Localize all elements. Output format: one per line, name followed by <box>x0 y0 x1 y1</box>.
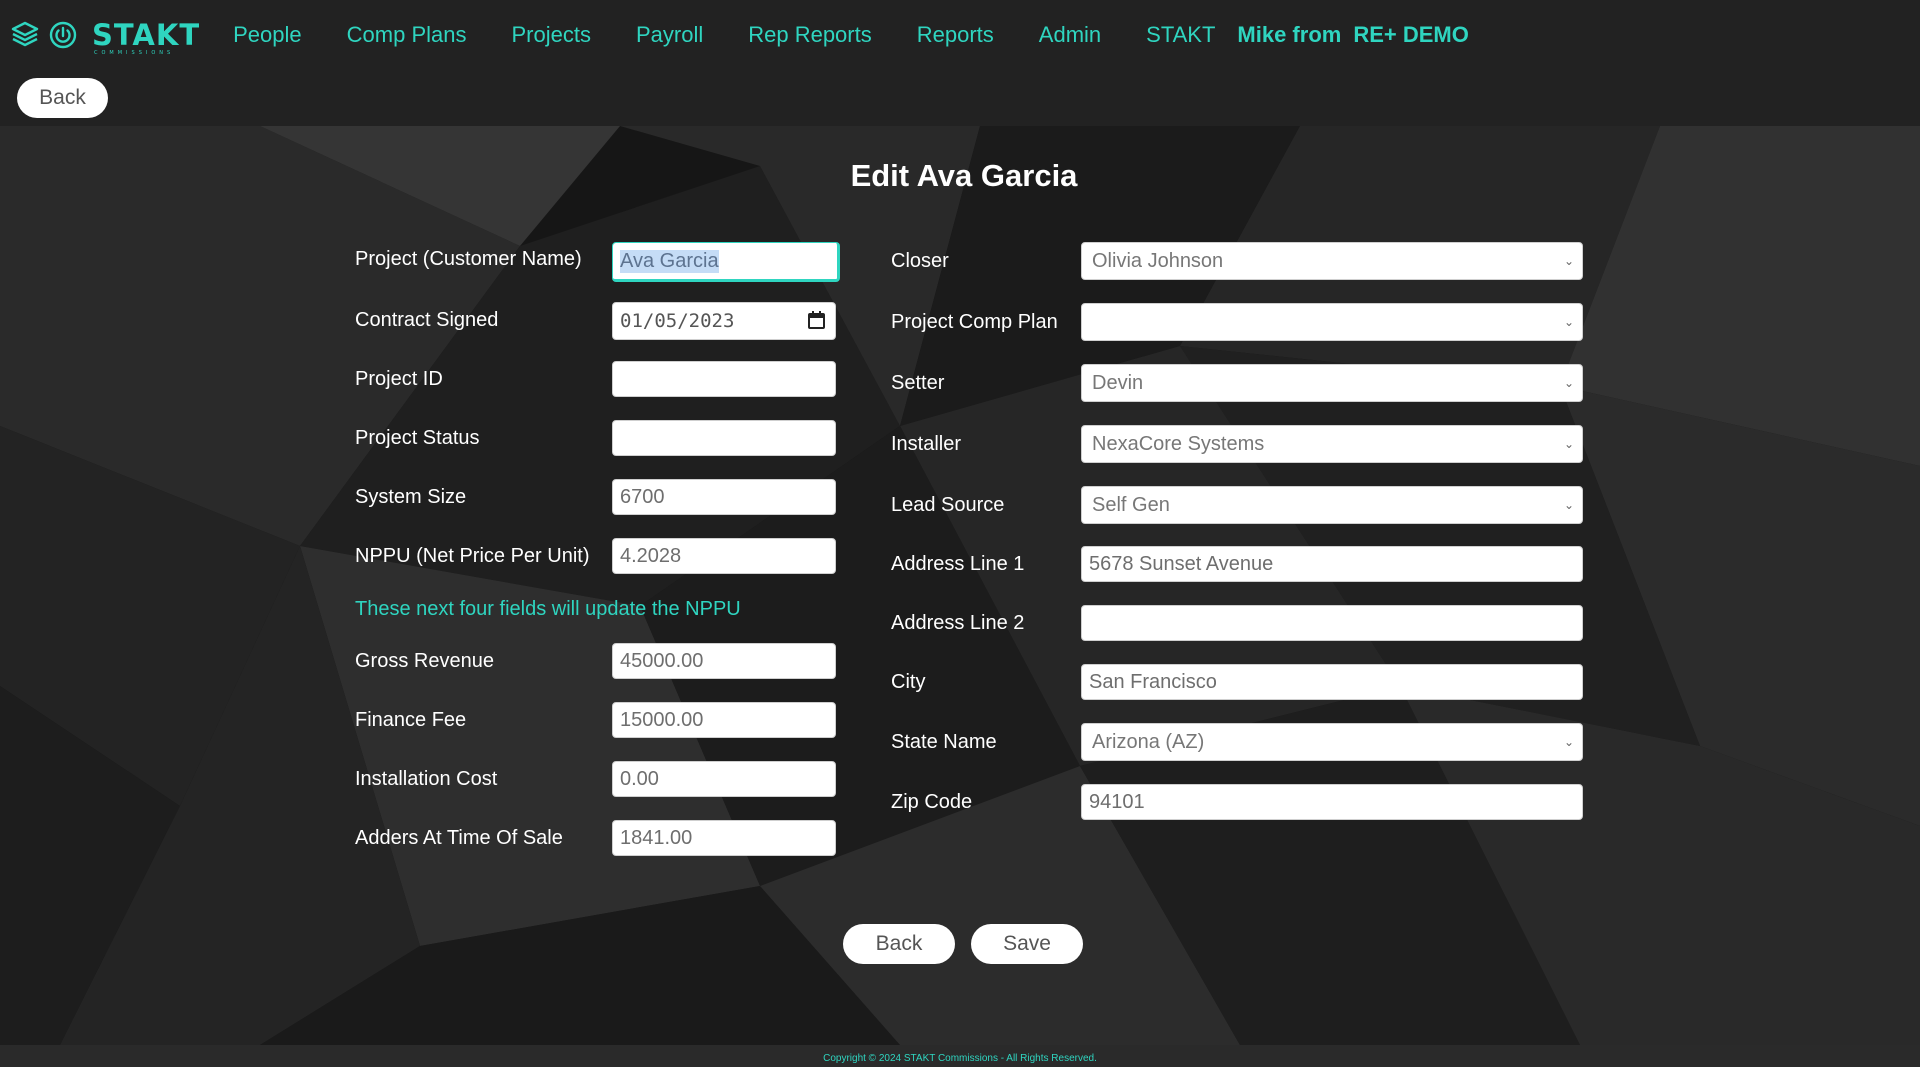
address-line-2-input[interactable] <box>1081 605 1583 641</box>
label-gross-revenue: Gross Revenue <box>355 650 494 672</box>
layers-icon <box>11 21 39 47</box>
label-project-comp-plan: Project Comp Plan <box>891 311 1058 333</box>
finance-fee-input[interactable]: 15000.00 <box>612 702 836 738</box>
adders-input[interactable]: 1841.00 <box>612 820 836 856</box>
installation-cost-input[interactable]: 0.00 <box>612 761 836 797</box>
footer: Copyright © 2024 STAKT Commissions - All… <box>0 1045 1920 1067</box>
setter-select[interactable]: Devin ⌄ <box>1081 364 1583 402</box>
chevron-down-icon: ⌄ <box>1563 315 1574 329</box>
installation-cost-value: 0.00 <box>620 767 659 790</box>
nppu-input[interactable]: 4.2028 <box>612 538 836 574</box>
state-name-value: Arizona (AZ) <box>1092 730 1205 753</box>
page-title: Edit Ava Garcia <box>850 158 1078 193</box>
label-project-id: Project ID <box>355 368 443 390</box>
label-lead-source: Lead Source <box>891 494 1005 516</box>
lead-source-value: Self Gen <box>1092 493 1170 516</box>
back-button-top[interactable]: Back <box>17 78 108 118</box>
label-address-line-2: Address Line 2 <box>891 612 1025 634</box>
state-name-select[interactable]: Arizona (AZ) ⌄ <box>1081 723 1583 761</box>
label-state-name: State Name <box>891 731 997 753</box>
label-address-line-1: Address Line 1 <box>891 553 1025 575</box>
contract-signed-date-input[interactable]: 01/05/2023 <box>612 302 836 340</box>
label-finance-fee: Finance Fee <box>355 709 467 731</box>
system-size-input[interactable]: 6700 <box>612 479 836 515</box>
label-nppu: NPPU (Net Price Per Unit) <box>355 545 590 567</box>
city-input[interactable]: San Francisco <box>1081 664 1583 700</box>
project-id-input[interactable] <box>612 361 836 397</box>
gross-revenue-value: 45000.00 <box>620 649 704 672</box>
customer-name-value: Ava Garcia <box>620 249 719 273</box>
nav-link-people[interactable]: People <box>233 22 302 48</box>
zip-code-input[interactable]: 94101 <box>1081 784 1583 820</box>
contract-signed-value: 01/05/2023 <box>620 310 735 332</box>
address-line-1-input[interactable]: 5678 Sunset Avenue <box>1081 546 1583 582</box>
label-system-size: System Size <box>355 486 467 508</box>
nav-link-projects[interactable]: Projects <box>511 22 590 48</box>
copyright-text: Copyright © 2024 STAKT Commissions - All… <box>823 1053 1097 1064</box>
org-label[interactable]: RE+ DEMO <box>1353 22 1469 48</box>
user-label: Mike from <box>1237 22 1342 47</box>
adders-value: 1841.00 <box>620 826 693 849</box>
chevron-down-icon: ⌄ <box>1563 254 1574 268</box>
installer-value: NexaCore Systems <box>1092 432 1265 455</box>
address-line-1-value: 5678 Sunset Avenue <box>1089 552 1274 575</box>
project-status-input[interactable] <box>612 420 836 456</box>
label-adders: Adders At Time Of Sale <box>355 827 563 849</box>
label-customer-name: Project (Customer Name) <box>355 248 582 270</box>
lead-source-select[interactable]: Self Gen ⌄ <box>1081 486 1583 524</box>
nav-link-reports[interactable]: Reports <box>917 22 994 48</box>
logo-subtext: COMMISSIONS <box>94 49 175 56</box>
logo-text: STAKT COMMISSIONS <box>92 17 201 56</box>
nav-link-comp-plans[interactable]: Comp Plans <box>347 22 467 48</box>
nav-link-payroll[interactable]: Payroll <box>636 22 703 48</box>
nav-links: People Comp Plans Projects Payroll Rep R… <box>233 22 1481 48</box>
label-setter: Setter <box>891 372 945 394</box>
gross-revenue-input[interactable]: 45000.00 <box>612 643 836 679</box>
project-comp-plan-select[interactable]: ⌄ <box>1081 303 1583 341</box>
finance-fee-value: 15000.00 <box>620 708 704 731</box>
background-shapes <box>0 126 1920 1045</box>
closer-select[interactable]: Olivia Johnson ⌄ <box>1081 242 1583 280</box>
nppu-value: 4.2028 <box>620 544 682 567</box>
nav-link-rep-reports[interactable]: Rep Reports <box>748 22 872 48</box>
zip-code-value: 94101 <box>1089 790 1145 813</box>
label-contract-signed: Contract Signed <box>355 309 499 331</box>
chevron-down-icon: ⌄ <box>1563 735 1574 749</box>
setter-value: Devin <box>1092 371 1144 394</box>
background-panel <box>0 126 1920 1045</box>
chevron-down-icon: ⌄ <box>1563 437 1574 451</box>
top-bar: STAKT COMMISSIONS People Comp Plans Proj… <box>0 0 1920 126</box>
label-closer: Closer <box>891 250 949 272</box>
main-nav: STAKT COMMISSIONS People Comp Plans Proj… <box>0 0 1920 70</box>
customer-name-input[interactable]: Ava Garcia <box>612 242 840 282</box>
logo[interactable]: STAKT COMMISSIONS <box>10 17 201 56</box>
nav-link-stakt[interactable]: STAKT <box>1146 22 1215 48</box>
label-installer: Installer <box>891 433 962 455</box>
label-city: City <box>891 671 926 693</box>
chevron-down-icon: ⌄ <box>1563 498 1574 512</box>
power-icon <box>49 21 77 49</box>
back-button[interactable]: Back <box>843 924 955 964</box>
calendar-icon[interactable] <box>808 311 825 329</box>
city-value: San Francisco <box>1089 670 1217 693</box>
save-button[interactable]: Save <box>971 924 1083 964</box>
label-installation-cost: Installation Cost <box>355 768 498 790</box>
chevron-down-icon: ⌄ <box>1563 376 1574 390</box>
system-size-value: 6700 <box>620 485 665 508</box>
label-zip-code: Zip Code <box>891 791 973 813</box>
closer-value: Olivia Johnson <box>1092 249 1224 272</box>
nppu-hint: These next four fields will update the N… <box>355 598 741 620</box>
installer-select[interactable]: NexaCore Systems ⌄ <box>1081 425 1583 463</box>
label-project-status: Project Status <box>355 427 480 449</box>
nav-link-admin[interactable]: Admin <box>1039 22 1101 48</box>
